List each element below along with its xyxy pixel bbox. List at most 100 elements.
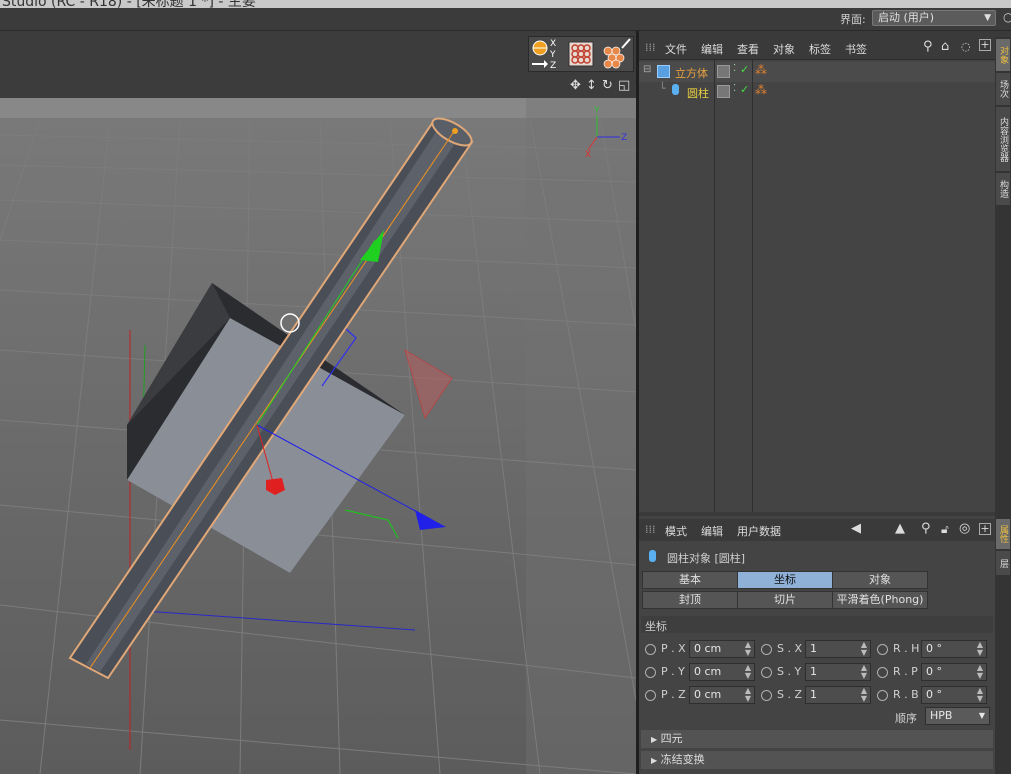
layer-icon[interactable]: [717, 65, 730, 78]
render-settings-icon[interactable]: [600, 36, 634, 70]
group-quaternion[interactable]: ▶ 四元: [641, 730, 993, 748]
coord-field[interactable]: 0 ° ▲ ▼: [921, 663, 987, 681]
search-icon[interactable]: ⚲: [923, 39, 933, 54]
coord-field[interactable]: 1 ▲ ▼: [805, 640, 871, 658]
coord-radio[interactable]: [645, 690, 656, 701]
side-tab-layers[interactable]: 层: [996, 551, 1010, 575]
tab-caps[interactable]: 封顶: [642, 591, 738, 609]
stepper-icon[interactable]: ▲ ▼: [861, 687, 867, 703]
stepper-icon[interactable]: ▲ ▼: [745, 687, 751, 703]
side-tab-structure[interactable]: 构造: [996, 173, 1010, 205]
svg-text:X: X: [550, 39, 556, 49]
coord-label: R . P: [893, 665, 918, 678]
menu-edit[interactable]: 编辑: [701, 523, 723, 539]
menu-mode[interactable]: 模式: [665, 523, 687, 539]
layout-select[interactable]: 启动 (用户) ▼: [872, 10, 996, 26]
stepper-icon[interactable]: ▲ ▼: [977, 664, 983, 680]
layout-select-value: 启动 (用户): [878, 11, 935, 24]
tree-expand-icon[interactable]: ⊟: [643, 64, 651, 75]
toggle-view-icon[interactable]: ◱: [618, 78, 630, 93]
tab-coord[interactable]: 坐标: [737, 571, 833, 589]
object-list: ⊟ 立方体 ⁚ ✓ ⁂ └ 圆柱 ⁚ ✓ ⁂: [639, 60, 995, 512]
coord-radio[interactable]: [645, 667, 656, 678]
menu-tags[interactable]: 标签: [809, 41, 831, 57]
menu-file[interactable]: 文件: [665, 41, 687, 57]
menu-edit[interactable]: 编辑: [701, 41, 723, 57]
enabled-check-icon[interactable]: ✓: [740, 63, 749, 76]
side-tabs: 对象 场次 内容浏览器 构造 属性 层: [995, 37, 1011, 774]
up-arrow-icon[interactable]: ▲: [895, 521, 905, 536]
coord-field[interactable]: 0 ° ▲ ▼: [921, 640, 987, 658]
coord-field[interactable]: 0 cm ▲ ▼: [689, 686, 755, 704]
grip-icon[interactable]: ⁞⁞⁞: [645, 41, 656, 54]
new-panel-icon[interactable]: +: [979, 39, 991, 51]
material-tag-icon[interactable]: ⁂: [755, 63, 767, 77]
object-manager: ⁞⁞⁞ 文件 编辑 查看 对象 标签 书签 ⚲ ⌂ ◌ + ⊟ 立方体 ⁚ ✓ …: [639, 37, 995, 512]
coord-radio[interactable]: [645, 644, 656, 655]
eye-icon[interactable]: ◌: [961, 40, 971, 53]
menu-bookmarks[interactable]: 书签: [845, 41, 867, 57]
coord-radio[interactable]: [761, 690, 772, 701]
object-name-cube[interactable]: 立方体: [675, 65, 708, 81]
order-value: HPB: [930, 709, 953, 722]
material-tag-icon[interactable]: ⁂: [755, 83, 767, 97]
3d-viewport[interactable]: Y Z X: [0, 98, 636, 774]
tab-slice[interactable]: 切片: [737, 591, 833, 609]
side-tab-takes[interactable]: 场次: [996, 73, 1010, 105]
coord-radio[interactable]: [877, 644, 888, 655]
stepper-icon[interactable]: ▲ ▼: [861, 641, 867, 657]
zoom-view-icon[interactable]: ↕: [586, 78, 597, 93]
stepper-icon[interactable]: ▲ ▼: [745, 641, 751, 657]
stepper-icon[interactable]: ▲ ▼: [977, 687, 983, 703]
axis-label-y: Y: [593, 106, 600, 116]
coordinate-system-icon[interactable]: X Y Z: [530, 38, 562, 70]
grip-icon[interactable]: ⁞⁞⁞: [645, 523, 656, 536]
search-icon[interactable]: ○: [1003, 10, 1011, 24]
tab-object[interactable]: 对象: [832, 571, 928, 589]
svg-text:Y: Y: [549, 50, 556, 60]
coord-field[interactable]: 0 cm ▲ ▼: [689, 663, 755, 681]
layer-icon[interactable]: [717, 85, 730, 98]
coord-field[interactable]: 1 ▲ ▼: [805, 663, 871, 681]
target-icon[interactable]: ◎: [959, 521, 970, 536]
side-tab-attributes[interactable]: 属性: [996, 519, 1010, 549]
stepper-icon[interactable]: ▲ ▼: [861, 664, 867, 680]
group-freeze-transform[interactable]: ▶ 冻结变换: [641, 751, 993, 769]
coord-field[interactable]: 0 cm ▲ ▼: [689, 640, 755, 658]
menu-user-data[interactable]: 用户数据: [737, 523, 781, 539]
lock-icon[interactable]: 🔓︎: [941, 522, 949, 537]
home-icon[interactable]: ⌂: [941, 39, 949, 54]
side-tab-objects[interactable]: 对象: [996, 39, 1010, 71]
coord-field[interactable]: 1 ▲ ▼: [805, 686, 871, 704]
visibility-dots-icon[interactable]: ⁚: [733, 63, 736, 74]
visibility-dots-icon[interactable]: ⁚: [733, 83, 736, 94]
move-view-icon[interactable]: ✥: [570, 78, 581, 93]
side-tab-content-browser[interactable]: 内容浏览器: [996, 107, 1010, 171]
order-label: 顺序: [895, 712, 917, 725]
coord-value: 0 °: [926, 688, 942, 701]
object-row-cylinder[interactable]: └ 圆柱 ⁚ ✓ ⁂: [639, 82, 995, 102]
enabled-check-icon[interactable]: ✓: [740, 83, 749, 96]
stepper-icon[interactable]: ▲ ▼: [977, 641, 983, 657]
object-name-cylinder[interactable]: 圆柱: [687, 85, 709, 101]
search-icon[interactable]: ⚲: [921, 521, 931, 536]
new-panel-icon[interactable]: +: [979, 523, 991, 535]
object-row-cube[interactable]: ⊟ 立方体 ⁚ ✓ ⁂: [639, 62, 995, 82]
coord-field[interactable]: 0 ° ▲ ▼: [921, 686, 987, 704]
coord-value: 0 °: [926, 665, 942, 678]
column-divider: [714, 60, 715, 512]
coord-radio[interactable]: [761, 644, 772, 655]
stepper-icon[interactable]: ▲ ▼: [745, 664, 751, 680]
coord-radio[interactable]: [877, 667, 888, 678]
menu-objects[interactable]: 对象: [773, 41, 795, 57]
coord-label: S . Z: [777, 688, 803, 701]
rotate-view-icon[interactable]: ↻: [602, 78, 613, 93]
tab-phong[interactable]: 平滑着色(Phong): [832, 591, 928, 609]
coord-radio[interactable]: [877, 690, 888, 701]
coord-radio[interactable]: [761, 667, 772, 678]
tab-basic[interactable]: 基本: [642, 571, 738, 589]
menu-view[interactable]: 查看: [737, 41, 759, 57]
render-view-icon[interactable]: [566, 39, 596, 69]
order-select[interactable]: HPB ▼: [925, 707, 990, 725]
back-arrow-icon[interactable]: ◀: [851, 521, 861, 536]
